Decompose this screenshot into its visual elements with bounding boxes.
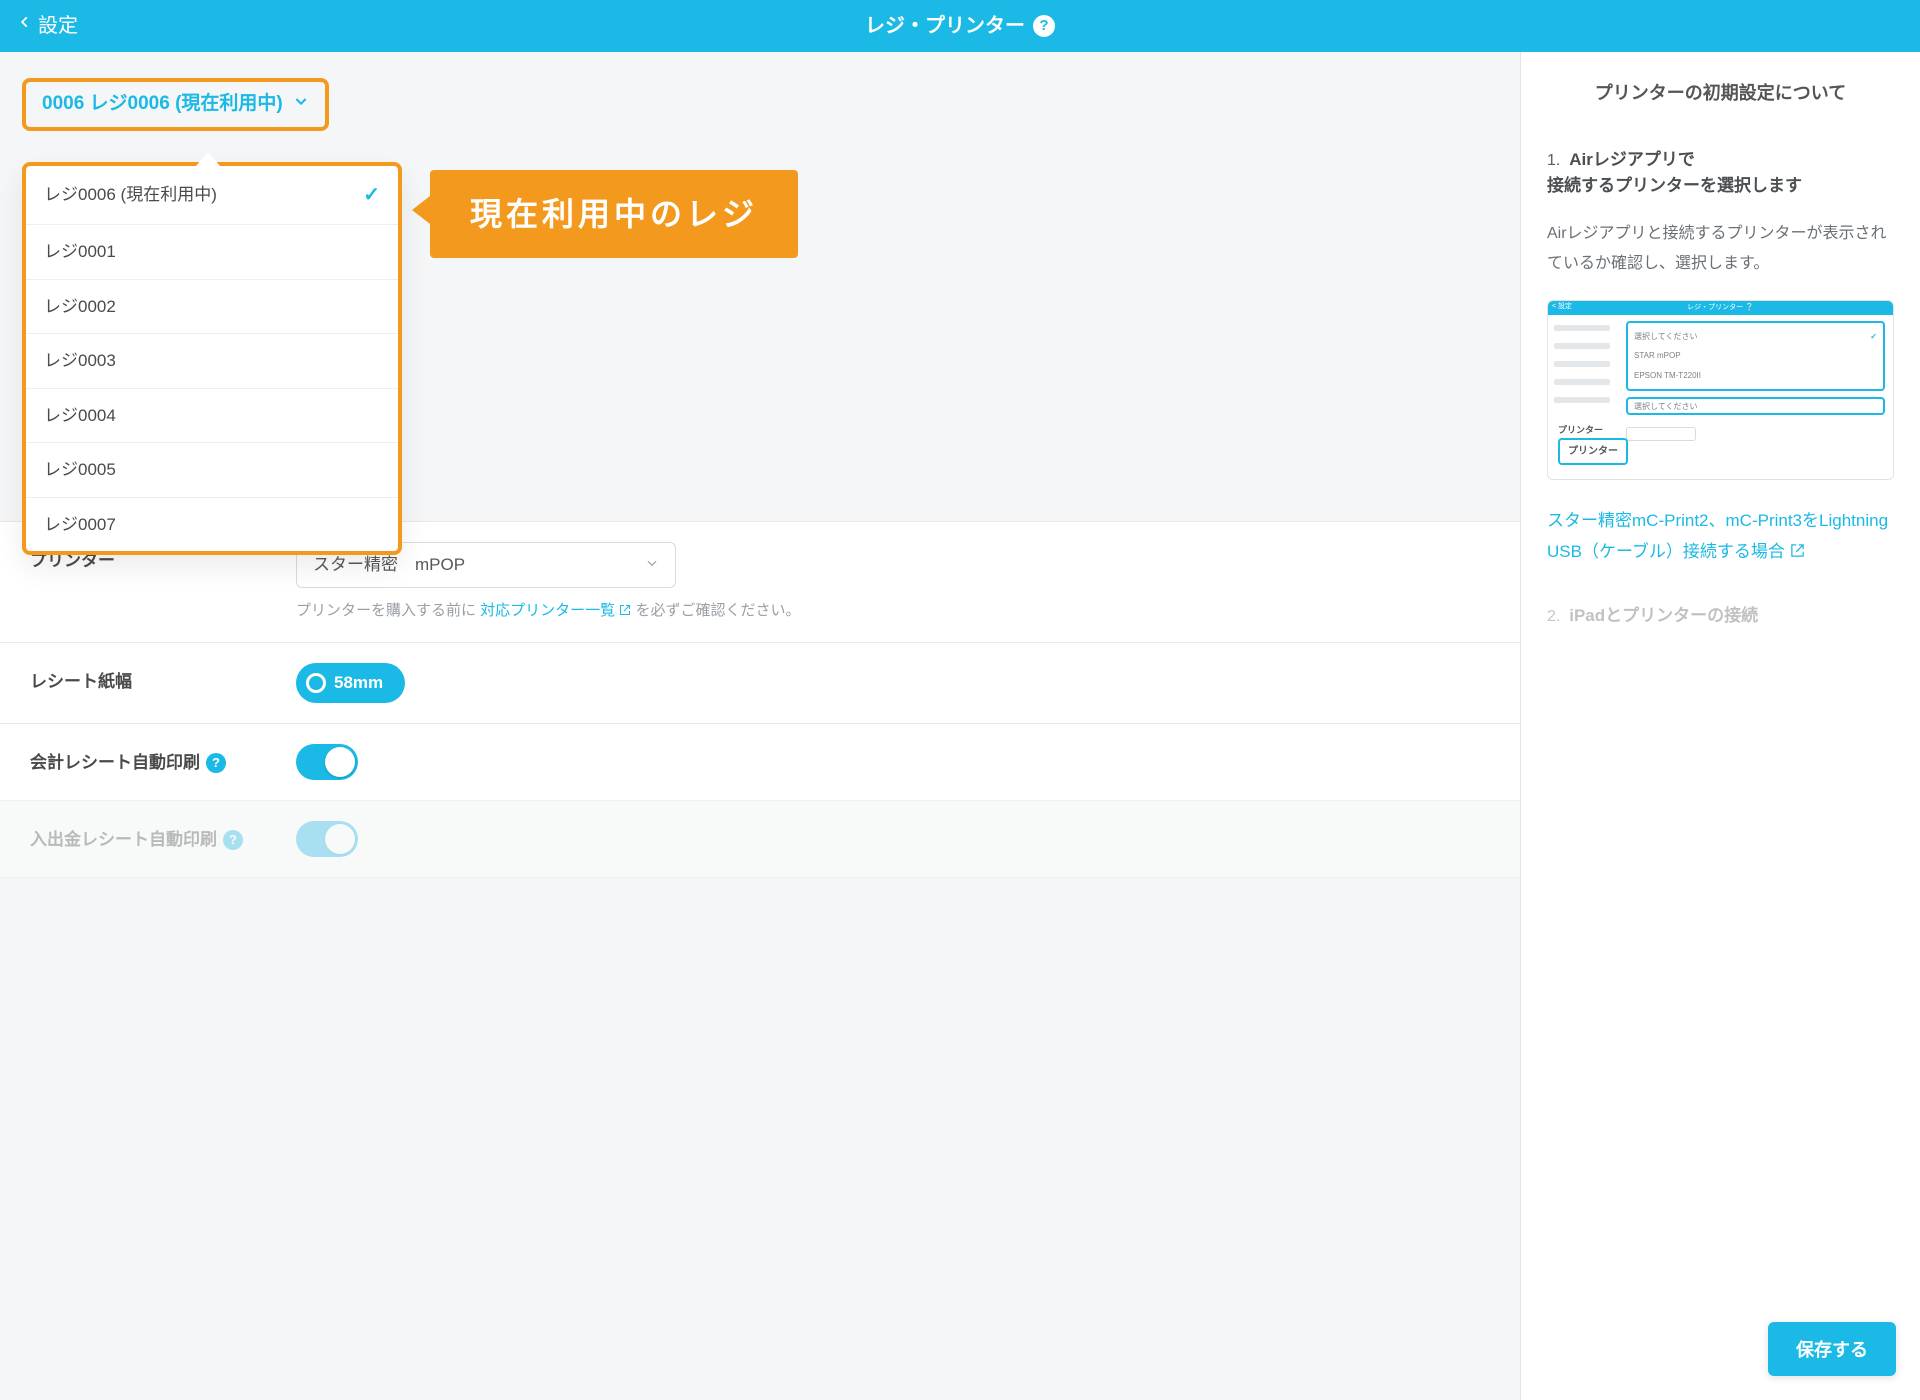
- label-text: 入出金レシート自動印刷: [30, 827, 217, 853]
- row-cash-print-control: [296, 821, 1490, 857]
- side-connection-link[interactable]: スター精密mC-Print2、mC-Print3をLightning USB（ケ…: [1547, 506, 1894, 567]
- register-option-label: レジ0006 (現在利用中): [44, 182, 217, 208]
- thumb-back: < 設定: [1552, 302, 1572, 313]
- register-option[interactable]: レジ0007: [26, 498, 398, 552]
- external-link-icon: [619, 602, 635, 619]
- thumb-select-open: 選択してください ✓ STAR mPOP EPSON TM-T220II: [1626, 321, 1885, 391]
- cash-print-toggle: [296, 821, 358, 857]
- step-body: Airレジアプリと接続するプリンターが表示されているか確認し、選択します。: [1547, 219, 1894, 278]
- page-body: 0006 レジ0006 (現在利用中) レジ0006 (現在利用中) ✓ レジ0…: [0, 52, 1920, 1400]
- step-title: Airレジアプリで 接続するプリンターを選択します: [1547, 150, 1802, 195]
- hint-link-text: 対応プリンター一覧: [480, 602, 615, 619]
- check-icon: ✓: [1870, 331, 1877, 343]
- register-option[interactable]: レジ0006 (現在利用中) ✓: [26, 166, 398, 225]
- hint-before: プリンターを購入する前に: [296, 602, 480, 619]
- chevron-down-icon: [293, 90, 309, 119]
- register-option-label: レジ0007: [44, 512, 116, 538]
- thumb-select-closed: 選択してください: [1626, 397, 1885, 415]
- thumb-printer-box: [1626, 427, 1696, 441]
- row-printer-control: スター精密 mPOP プリンターを購入する前に 対応プリンター一覧: [296, 542, 1490, 623]
- label-text: 会計レシート自動印刷: [30, 750, 200, 776]
- side-link-text: スター精密mC-Print2、mC-Print3をLightning USB（ケ…: [1547, 511, 1888, 561]
- row-paper-control: 58mm: [296, 663, 1490, 703]
- external-link-icon: [1790, 542, 1805, 561]
- register-option[interactable]: レジ0003: [26, 334, 398, 389]
- printer-select-value: スター精密 mPOP: [313, 552, 465, 578]
- thumb-opt: 選択してください: [1634, 331, 1698, 343]
- step-title: iPadとプリンターの接続: [1569, 606, 1758, 625]
- row-paper-width: レシート紙幅 58mm: [0, 642, 1520, 723]
- thumb-opt: STAR mPOP: [1634, 350, 1681, 362]
- settings-rows: プリンター スター精密 mPOP プリンターを購入する前に: [0, 521, 1520, 879]
- label-text: レシート紙幅: [30, 669, 132, 695]
- thumb-tag: プリンター: [1558, 438, 1628, 465]
- back-label: 設定: [38, 11, 78, 41]
- top-bar: 設定 レジ・プリンター ?: [0, 0, 1920, 52]
- register-option-label: レジ0003: [44, 348, 116, 374]
- back-button[interactable]: 設定: [0, 11, 78, 42]
- row-auto-print-control: [296, 744, 1490, 780]
- thumb-opt: EPSON TM-T220II: [1634, 370, 1701, 382]
- thumb-sidebar: [1554, 325, 1610, 403]
- step-number: 2.: [1547, 608, 1565, 625]
- row-cash-print-label: 入出金レシート自動印刷 ?: [30, 821, 260, 853]
- check-icon: ✓: [363, 180, 380, 210]
- toggle-knob: [325, 824, 355, 854]
- side-step-2: 2. iPadとプリンターの接続: [1547, 603, 1894, 629]
- register-dropdown: レジ0006 (現在利用中) ✓ レジ0001 レジ0002 レジ0003 レジ…: [22, 162, 402, 555]
- row-paper-label: レシート紙幅: [30, 663, 260, 695]
- register-selector-label: 0006 レジ0006 (現在利用中): [42, 90, 283, 119]
- auto-print-toggle[interactable]: [296, 744, 358, 780]
- side-panel: プリンターの初期設定について 1. Airレジアプリで 接続するプリンターを選択…: [1520, 52, 1920, 1400]
- printer-hint: プリンターを購入する前に 対応プリンター一覧 を必ずご確認ください。: [296, 600, 816, 623]
- annotation-callout: 現在利用中のレジ: [430, 170, 798, 258]
- side-step-1: 1. Airレジアプリで 接続するプリンターを選択します Airレジアプリと接続…: [1547, 147, 1894, 567]
- row-auto-print: 会計レシート自動印刷 ?: [0, 723, 1520, 800]
- paper-width-button[interactable]: 58mm: [296, 663, 405, 703]
- step-number: 1.: [1547, 152, 1565, 169]
- side-heading: プリンターの初期設定について: [1547, 80, 1894, 107]
- register-option[interactable]: レジ0005: [26, 443, 398, 498]
- help-icon: ?: [223, 830, 243, 850]
- thumb-topbar: レジ・プリンター ❔: [1548, 301, 1893, 315]
- page-title: レジ・プリンター ?: [865, 11, 1055, 41]
- help-icon[interactable]: ?: [206, 753, 226, 773]
- chevron-left-icon: [18, 11, 32, 42]
- register-selector-wrap: 0006 レジ0006 (現在利用中): [0, 52, 1520, 141]
- save-button[interactable]: 保存する: [1768, 1322, 1896, 1376]
- help-icon[interactable]: ?: [1033, 15, 1055, 37]
- register-option-label: レジ0002: [44, 294, 116, 320]
- register-option-label: レジ0004: [44, 403, 116, 429]
- thumb-title: レジ・プリンター ❔: [1687, 303, 1754, 314]
- paper-width-value: 58mm: [334, 670, 383, 696]
- hint-after: を必ずご確認ください。: [636, 602, 801, 619]
- row-cash-print: 入出金レシート自動印刷 ?: [0, 800, 1520, 878]
- toggle-knob: [325, 747, 355, 777]
- register-option[interactable]: レジ0001: [26, 225, 398, 280]
- radio-dot-icon: [306, 673, 326, 693]
- row-auto-print-label: 会計レシート自動印刷 ?: [30, 744, 260, 776]
- side-thumbnail: レジ・プリンター ❔ < 設定 選択してください ✓ STAR mPOP EPSO…: [1547, 300, 1894, 480]
- register-selector-button[interactable]: 0006 レジ0006 (現在利用中): [22, 78, 329, 131]
- printer-compat-link[interactable]: 対応プリンター一覧: [480, 602, 635, 619]
- register-option[interactable]: レジ0002: [26, 280, 398, 335]
- page-title-text: レジ・プリンター: [865, 11, 1025, 41]
- register-option[interactable]: レジ0004: [26, 389, 398, 444]
- register-option-label: レジ0001: [44, 239, 116, 265]
- main-column: 0006 レジ0006 (現在利用中) レジ0006 (現在利用中) ✓ レジ0…: [0, 52, 1520, 1400]
- chevron-down-icon: [645, 552, 659, 578]
- thumb-printer-label: プリンター: [1558, 424, 1603, 438]
- register-option-label: レジ0005: [44, 457, 116, 483]
